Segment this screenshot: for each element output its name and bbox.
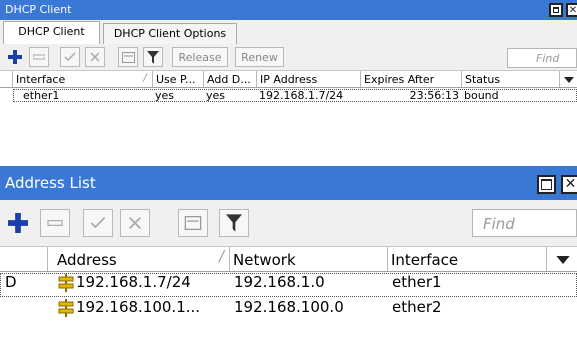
column-header-expires-after[interactable]: Expires After bbox=[361, 71, 462, 87]
plus-icon bbox=[8, 213, 28, 233]
comment-button[interactable] bbox=[178, 209, 208, 237]
renew-button[interactable]: Renew bbox=[235, 47, 284, 67]
column-header-network[interactable]: Network bbox=[230, 247, 388, 271]
find-placeholder: Find bbox=[536, 52, 560, 65]
add-button[interactable] bbox=[6, 47, 23, 67]
tab-label: DHCP Client Options bbox=[113, 27, 227, 40]
find-placeholder: Find bbox=[483, 215, 515, 233]
x-icon bbox=[90, 52, 100, 62]
comment-button[interactable] bbox=[118, 47, 138, 67]
x-icon bbox=[129, 217, 141, 229]
address-list-titlebar[interactable]: Address List ✕ bbox=[0, 166, 577, 200]
dhcp-client-titlebar[interactable]: DHCP Client ✕ bbox=[0, 0, 577, 20]
enable-button[interactable] bbox=[60, 47, 80, 67]
tab-dhcp-client-options[interactable]: DHCP Client Options bbox=[103, 23, 237, 44]
flag-column-header bbox=[0, 247, 48, 271]
comment-icon bbox=[121, 51, 135, 63]
remove-button[interactable] bbox=[29, 47, 49, 67]
dhcp-client-table: Interface / Use P... Add D... IP Address… bbox=[0, 70, 577, 144]
dhcp-client-window: DHCP Client ✕ DHCP Client DHCP Client Op… bbox=[0, 0, 577, 144]
address-icon bbox=[58, 273, 74, 292]
release-button[interactable]: Release bbox=[172, 47, 228, 67]
address-cell: 192.168.1.7/24 bbox=[58, 273, 191, 297]
minus-icon bbox=[47, 220, 63, 226]
column-header-interface[interactable]: Interface bbox=[388, 247, 547, 271]
chevron-down-icon bbox=[556, 256, 570, 264]
column-header-use-peer[interactable]: Use P... bbox=[153, 71, 204, 87]
columns-menu-button[interactable] bbox=[560, 71, 577, 87]
row-flag: D bbox=[5, 273, 17, 291]
column-header-add-default[interactable]: Add D... bbox=[204, 71, 257, 87]
address-icon bbox=[58, 298, 74, 317]
check-icon bbox=[64, 52, 76, 62]
dhcp-toolbar: Release Renew Find bbox=[0, 44, 577, 70]
remove-button[interactable] bbox=[40, 209, 70, 237]
plus-icon bbox=[7, 50, 22, 64]
address-list-table: Address / Network Interface D 192.168.1.… bbox=[0, 246, 577, 338]
table-header: Interface / Use P... Add D... IP Address… bbox=[0, 70, 577, 88]
columns-menu-button[interactable] bbox=[547, 247, 577, 271]
flag-column-header bbox=[0, 71, 13, 87]
address-list-window-title: Address List bbox=[5, 174, 96, 192]
find-input[interactable]: Find bbox=[507, 48, 577, 68]
sort-indicator: / bbox=[143, 71, 147, 84]
address-list-window: Address List ✕ Find Address / Network In… bbox=[0, 166, 577, 338]
tab-label: DHCP Client bbox=[18, 25, 85, 38]
column-header-status[interactable]: Status bbox=[462, 71, 560, 87]
address-list-toolbar: Find bbox=[0, 200, 577, 246]
chevron-down-icon bbox=[564, 77, 574, 83]
close-icon[interactable]: ✕ bbox=[561, 175, 577, 194]
tab-dhcp-client[interactable]: DHCP Client bbox=[3, 21, 100, 44]
disable-button[interactable] bbox=[120, 209, 150, 237]
find-input[interactable]: Find bbox=[472, 209, 577, 237]
table-row[interactable]: 192.168.100.1... 192.168.100.0 ether2 bbox=[0, 298, 577, 322]
maximize-icon[interactable] bbox=[537, 175, 556, 194]
dhcp-client-window-title: DHCP Client bbox=[5, 3, 72, 16]
close-icon[interactable]: ✕ bbox=[566, 3, 577, 17]
filter-icon bbox=[226, 214, 242, 232]
filter-icon bbox=[147, 50, 159, 64]
dhcp-tab-bar: DHCP Client DHCP Client Options bbox=[0, 20, 577, 44]
minus-icon bbox=[33, 54, 45, 60]
filter-button[interactable] bbox=[219, 209, 249, 237]
address-cell: 192.168.100.1... bbox=[58, 298, 200, 322]
sort-indicator: / bbox=[218, 247, 224, 265]
table-row[interactable]: ether1 yes yes 192.168.1.7/24 23:56:13 b… bbox=[13, 89, 577, 102]
enable-button[interactable] bbox=[83, 209, 113, 237]
column-header-address[interactable]: Address / bbox=[48, 247, 230, 271]
column-header-ip-address[interactable]: IP Address bbox=[257, 71, 361, 87]
check-icon bbox=[90, 217, 106, 229]
add-button[interactable] bbox=[5, 209, 31, 237]
filter-button[interactable] bbox=[143, 47, 163, 67]
comment-icon bbox=[184, 216, 202, 230]
table-row[interactable]: D 192.168.1.7/24 192.168.1.0 ether1 bbox=[0, 273, 577, 297]
column-header-interface[interactable]: Interface / bbox=[13, 71, 153, 87]
table-header: Address / Network Interface bbox=[0, 246, 577, 272]
disable-button[interactable] bbox=[85, 47, 105, 67]
maximize-icon[interactable] bbox=[549, 3, 563, 17]
